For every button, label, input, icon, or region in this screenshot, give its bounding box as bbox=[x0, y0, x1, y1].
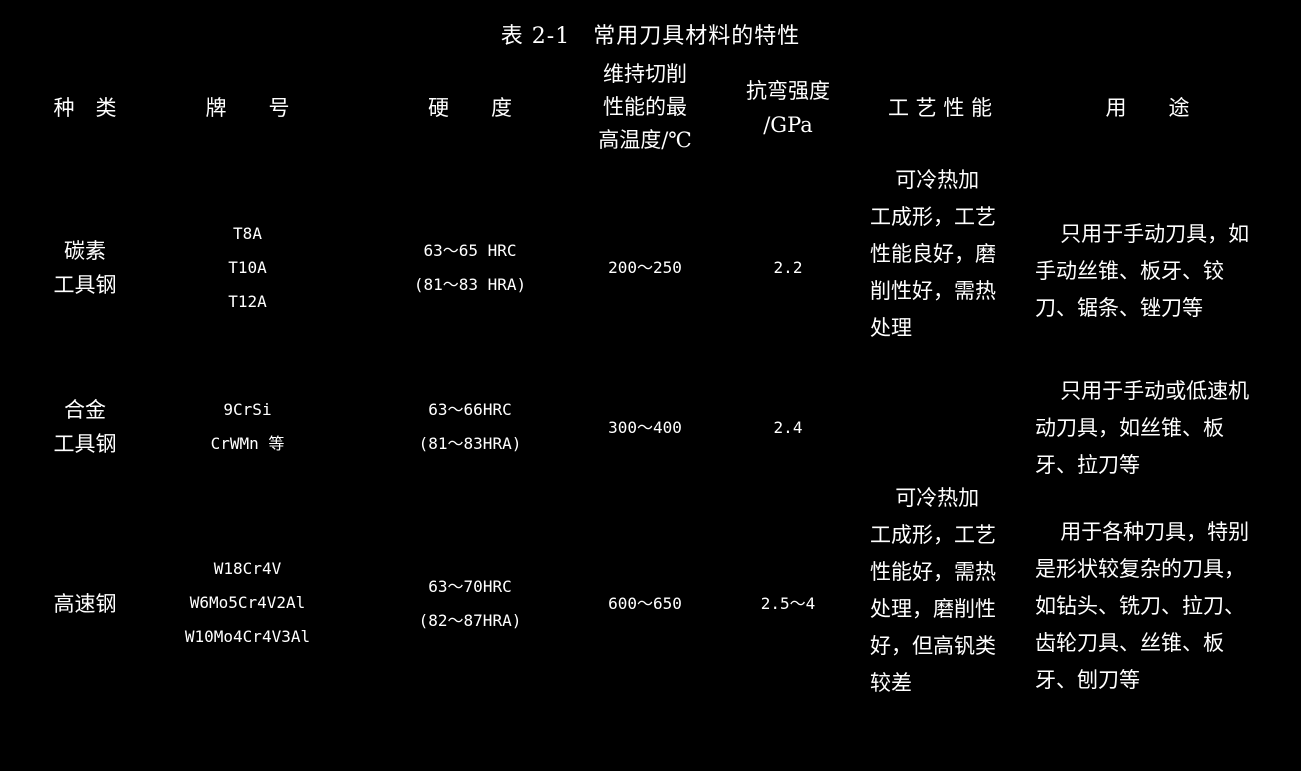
header-process-performance: 工 艺 性 能 bbox=[887, 96, 993, 120]
row1-grade: T8A T10A T12A bbox=[228, 224, 267, 311]
row2-kind: 合金 工具钢 bbox=[53, 398, 117, 456]
row2-bending-strength: 2.4 bbox=[773, 418, 803, 437]
row2-max-temperature: 300～400 bbox=[608, 418, 682, 437]
header-hardness: 硬 度 bbox=[428, 96, 512, 120]
header-max-temperature: 维持切削 性能的最 高温度/℃ bbox=[598, 62, 692, 152]
row1-use: 只用于手动刀具，如手动丝锥、板牙、铰刀、锯条、锉刀等 bbox=[1035, 222, 1250, 320]
row3-kind: 高速钢 bbox=[53, 592, 117, 616]
row1-max-temperature: 200～250 bbox=[608, 258, 682, 277]
row1-kind: 碳素 工具钢 bbox=[53, 239, 117, 297]
row3-use: 用于各种刀具，特别是形状较复杂的刀具，如钻头、铣刀、拉刀、齿轮刀具、丝锥、板牙、… bbox=[1035, 520, 1250, 692]
row3-grade: W18Cr4V W6Mo5Cr4V2Al W10Mo4Cr4V3Al bbox=[184, 559, 311, 646]
header-grade: 牌 号 bbox=[205, 96, 290, 120]
row2-hardness: 63～66HRC (81～83HRA) bbox=[418, 400, 522, 453]
header-kind: 种 类 bbox=[53, 96, 117, 120]
table-title: 表 2-1 常用刀具材料的特性 bbox=[500, 24, 801, 49]
row1-hardness: 63～65 HRC (81～83 HRA) bbox=[413, 241, 527, 294]
row3-process-performance: 可冷热加工成形，工艺性能好，需热处理，磨削性好，但高钒类较差 bbox=[870, 486, 996, 695]
row3-hardness: 63～70HRC (82～87HRA) bbox=[418, 577, 522, 630]
row1-process-performance: 可冷热加工成形，工艺性能良好，磨削性好，需热处理 bbox=[870, 168, 996, 340]
row2-grade: 9CrSi CrWMn 等 bbox=[210, 400, 285, 453]
row1-bending-strength: 2.2 bbox=[773, 258, 803, 277]
row3-bending-strength: 2.5～4 bbox=[760, 594, 816, 613]
row3-max-temperature: 600～650 bbox=[608, 594, 682, 613]
header-use: 用 途 bbox=[1105, 96, 1190, 120]
row2-use: 只用于手动或低速机动刀具，如丝锥、板牙、拉刀等 bbox=[1035, 379, 1250, 477]
header-bending-strength: 抗弯强度 /GPa bbox=[746, 79, 830, 137]
